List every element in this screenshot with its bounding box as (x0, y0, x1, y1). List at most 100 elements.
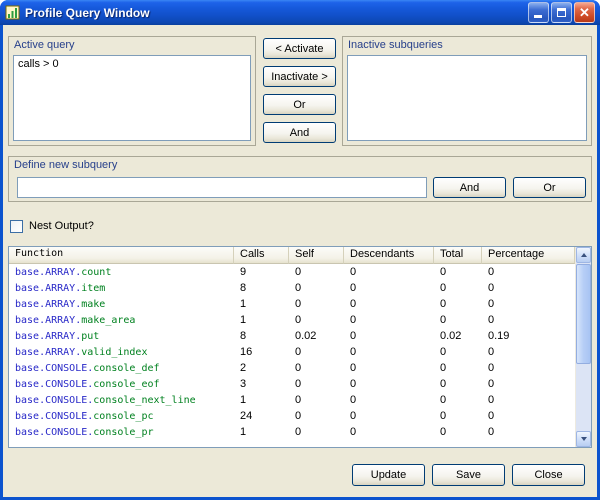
column-header-function[interactable]: Function (9, 247, 234, 264)
window-controls: ✕ (528, 2, 595, 23)
table-body: base.ARRAY.count90000base.ARRAY.item8000… (9, 264, 575, 447)
table-scrollbar[interactable] (575, 247, 591, 447)
scrollbar-thumb[interactable] (576, 264, 591, 364)
column-header-descendants[interactable]: Descendants (344, 247, 434, 264)
function-qualifier: base.CONSOLE. (15, 411, 93, 422)
function-cell: base.CONSOLE.console_pc (9, 411, 234, 422)
self-cell: 0 (289, 346, 344, 358)
descendants-cell: 0 (344, 282, 434, 294)
nest-output-checkbox[interactable] (10, 220, 23, 233)
self-cell: 0 (289, 394, 344, 406)
table-row[interactable]: base.CONSOLE.console_def20000 (9, 360, 575, 376)
column-header-calls[interactable]: Calls (234, 247, 289, 264)
self-cell: 0 (289, 314, 344, 326)
total-cell: 0 (434, 346, 482, 358)
table-header: Function Calls Self Descendants Total Pe… (9, 247, 575, 264)
profile-query-window: Profile Query Window ✕ Active query call… (0, 0, 600, 500)
percentage-cell: 0 (482, 410, 575, 422)
close-dialog-button[interactable]: Close (512, 464, 585, 486)
function-qualifier: base.ARRAY. (15, 315, 81, 326)
total-cell: 0 (434, 362, 482, 374)
percentage-cell: 0 (482, 394, 575, 406)
total-cell: 0 (434, 314, 482, 326)
minimize-icon (534, 15, 542, 18)
function-cell: base.CONSOLE.console_pr (9, 427, 234, 438)
function-feature: console_next_line (93, 395, 195, 406)
descendants-cell: 0 (344, 410, 434, 422)
function-qualifier: base.CONSOLE. (15, 427, 93, 438)
function-cell: base.ARRAY.item (9, 283, 234, 294)
calls-cell: 16 (234, 346, 289, 358)
scroll-up-icon (581, 253, 587, 257)
function-feature: console_eof (93, 379, 159, 390)
function-qualifier: base.CONSOLE. (15, 379, 93, 390)
function-feature: make_area (81, 315, 135, 326)
inactivate-button[interactable]: Inactivate > (263, 66, 336, 87)
inactive-subqueries-group: Inactive subqueries (342, 36, 592, 146)
column-header-self[interactable]: Self (289, 247, 344, 264)
table-row[interactable]: base.ARRAY.count90000 (9, 264, 575, 280)
function-cell: base.ARRAY.valid_index (9, 347, 234, 358)
and-transfer-button[interactable]: And (263, 122, 336, 143)
percentage-cell: 0 (482, 362, 575, 374)
self-cell: 0 (289, 298, 344, 310)
client-area: Active query calls > 0 < Activate Inacti… (3, 25, 597, 497)
table-row[interactable]: base.ARRAY.item80000 (9, 280, 575, 296)
subquery-or-button[interactable]: Or (513, 177, 586, 198)
close-button[interactable]: ✕ (574, 2, 595, 23)
function-feature: put (81, 331, 99, 342)
maximize-button[interactable] (551, 2, 572, 23)
inactive-subqueries-list[interactable] (347, 55, 587, 141)
total-cell: 0 (434, 282, 482, 294)
update-button[interactable]: Update (352, 464, 425, 486)
active-query-item[interactable]: calls > 0 (14, 56, 250, 72)
active-query-list[interactable]: calls > 0 (13, 55, 251, 141)
table-row[interactable]: base.ARRAY.make_area10000 (9, 312, 575, 328)
calls-cell: 8 (234, 330, 289, 342)
table-row[interactable]: base.ARRAY.put80.0200.020.19 (9, 328, 575, 344)
function-cell: base.ARRAY.count (9, 267, 234, 278)
function-qualifier: base.ARRAY. (15, 331, 81, 342)
activate-button[interactable]: < Activate (263, 38, 336, 59)
titlebar[interactable]: Profile Query Window ✕ (0, 0, 600, 25)
window-title: Profile Query Window (25, 6, 528, 20)
column-header-percentage[interactable]: Percentage (482, 247, 575, 264)
calls-cell: 2 (234, 362, 289, 374)
total-cell: 0 (434, 426, 482, 438)
save-button[interactable]: Save (432, 464, 505, 486)
function-cell: base.ARRAY.put (9, 331, 234, 342)
table-row[interactable]: base.CONSOLE.console_next_line10000 (9, 392, 575, 408)
profile-table: Function Calls Self Descendants Total Pe… (8, 246, 592, 448)
calls-cell: 1 (234, 426, 289, 438)
function-qualifier: base.CONSOLE. (15, 395, 93, 406)
column-header-total[interactable]: Total (434, 247, 482, 264)
table-row[interactable]: base.CONSOLE.console_pc240000 (9, 408, 575, 424)
function-feature: console_def (93, 363, 159, 374)
self-cell: 0 (289, 426, 344, 438)
calls-cell: 1 (234, 394, 289, 406)
scroll-up-button[interactable] (576, 247, 591, 263)
subquery-and-button[interactable]: And (433, 177, 506, 198)
or-transfer-button[interactable]: Or (263, 94, 336, 115)
table-row[interactable]: base.ARRAY.valid_index160000 (9, 344, 575, 360)
self-cell: 0 (289, 282, 344, 294)
active-query-group: Active query calls > 0 (8, 36, 256, 146)
total-cell: 0 (434, 266, 482, 278)
function-feature: item (81, 283, 105, 294)
percentage-cell: 0 (482, 378, 575, 390)
table-row[interactable]: base.CONSOLE.console_pr10000 (9, 424, 575, 440)
scroll-down-button[interactable] (576, 431, 591, 447)
table-row[interactable]: base.CONSOLE.console_eof30000 (9, 376, 575, 392)
minimize-button[interactable] (528, 2, 549, 23)
descendants-cell: 0 (344, 394, 434, 406)
self-cell: 0 (289, 362, 344, 374)
calls-cell: 9 (234, 266, 289, 278)
define-subquery-label: Define new subquery (14, 159, 117, 171)
maximize-icon (557, 8, 566, 17)
table-row[interactable]: base.ARRAY.make10000 (9, 296, 575, 312)
total-cell: 0 (434, 378, 482, 390)
function-feature: console_pc (93, 411, 153, 422)
total-cell: 0.02 (434, 330, 482, 342)
total-cell: 0 (434, 394, 482, 406)
subquery-input[interactable] (17, 177, 427, 198)
